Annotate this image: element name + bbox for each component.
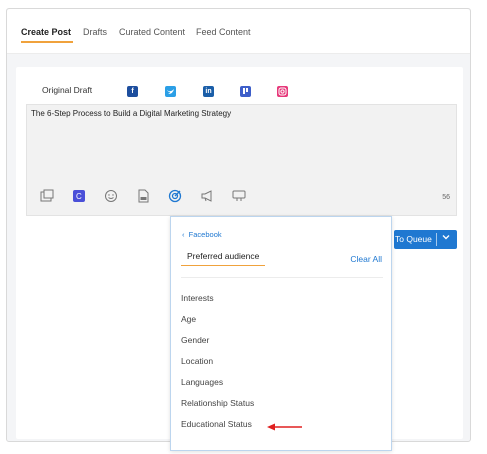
chevron-down-icon[interactable] [441,232,451,245]
title-underline [181,265,265,266]
option-gender[interactable]: Gender [181,335,209,345]
option-educational-status[interactable]: Educational Status [181,419,252,429]
back-label: Facebook [188,230,222,239]
top-tabs: Create Post Drafts Curated Content Feed … [7,9,470,54]
queue-button-label: To Queue [395,234,432,244]
option-languages[interactable]: Languages [181,377,223,387]
option-age[interactable]: Age [181,314,196,324]
post-text-editor[interactable]: The 6-Step Process to Build a Digital Ma… [26,104,457,216]
dropdown-divider [181,277,383,278]
tab-original-draft[interactable]: Original Draft [42,85,92,95]
media-icon[interactable] [39,189,55,205]
facebook-icon[interactable]: f [127,86,138,97]
option-interests[interactable]: Interests [181,293,214,303]
instagram-icon[interactable] [277,86,288,97]
targeting-icon[interactable] [167,189,183,205]
option-location[interactable]: Location [181,356,213,366]
button-divider [436,233,437,246]
add-to-queue-button[interactable]: To Queue [394,230,457,249]
emoji-icon[interactable] [103,189,119,205]
gif-icon[interactable] [135,189,151,205]
megaphone-icon[interactable] [199,189,215,205]
svg-text:C: C [76,192,82,201]
back-to-facebook-link[interactable]: ‹ Facebook [182,230,222,239]
targeting-dropdown: ‹ Facebook Preferred audience Clear All … [170,216,392,451]
preferred-audience-title[interactable]: Preferred audience [187,251,259,261]
first-comment-icon[interactable] [231,189,247,205]
composer-frame: Create Post Drafts Curated Content Feed … [6,8,471,451]
twitter-icon[interactable] [165,86,176,97]
character-count: 56 [442,194,450,201]
tab-drafts[interactable]: Drafts [83,27,107,37]
option-relationship-status[interactable]: Relationship Status [181,398,254,408]
clear-all-button[interactable]: Clear All [350,254,382,264]
tab-curated-content[interactable]: Curated Content [119,27,185,37]
canva-icon[interactable]: C [71,189,87,205]
tab-create-post[interactable]: Create Post [21,27,71,37]
pinterest-icon[interactable] [240,86,251,97]
linkedin-icon[interactable]: in [203,86,214,97]
red-arrow-annotation [267,423,302,431]
tab-feed-content[interactable]: Feed Content [196,27,251,37]
active-tab-indicator [21,41,73,43]
post-text[interactable]: The 6-Step Process to Build a Digital Ma… [31,109,231,118]
network-tabs: Original Draft f in [28,85,448,105]
